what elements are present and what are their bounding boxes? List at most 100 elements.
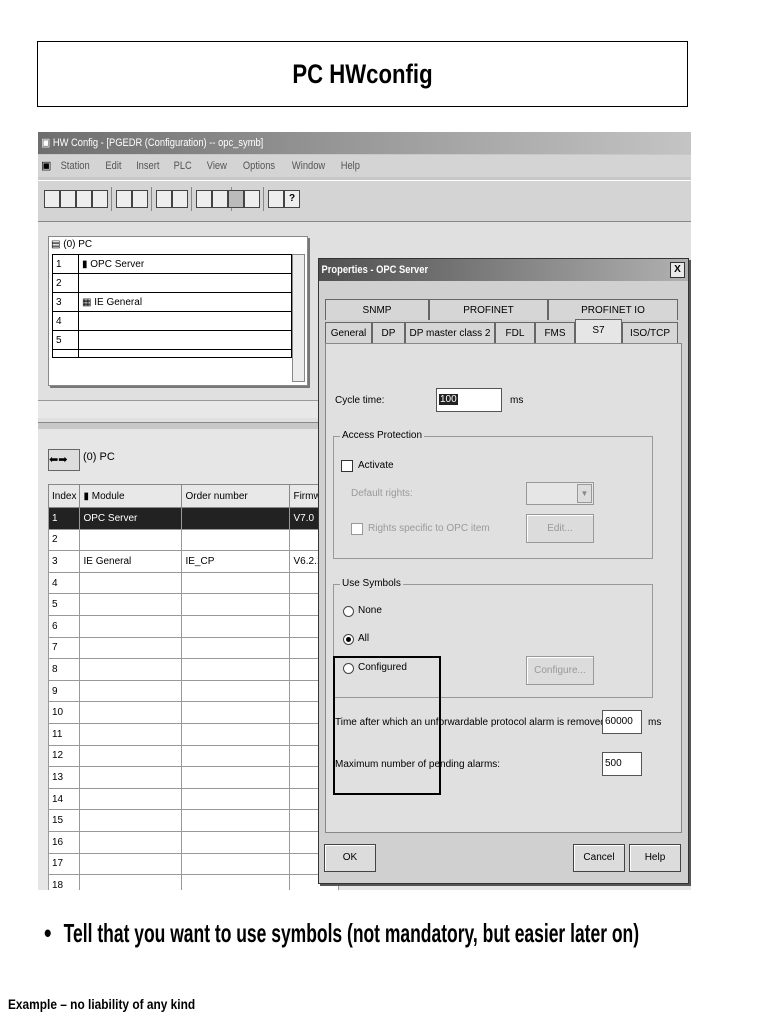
new-icon[interactable]: [44, 190, 60, 208]
table-row[interactable]: [52, 349, 292, 358]
cancel-button[interactable]: Cancel: [573, 844, 625, 872]
print-icon[interactable]: [132, 190, 148, 208]
rights-specific-label: Rights specific to OPC item: [368, 523, 490, 534]
copy-icon[interactable]: [156, 190, 172, 208]
footnote: Example – no liability of any kind: [8, 996, 228, 1012]
configure-button[interactable]: Configure...: [526, 656, 594, 685]
default-rights-select[interactable]: ▼: [526, 482, 594, 505]
window-titlebar: ▣ HW Config - [PGEDR (Configuration) -- …: [38, 132, 691, 154]
table-row[interactable]: 13: [47, 766, 340, 789]
upload-icon[interactable]: [212, 190, 228, 208]
tab-snmp[interactable]: SNMP: [325, 299, 429, 320]
menu-station[interactable]: Station: [61, 155, 90, 177]
help-context-icon[interactable]: ?: [284, 190, 300, 208]
cell-index: 4: [47, 571, 81, 595]
station-scrollbar[interactable]: [292, 254, 305, 382]
table-row[interactable]: 2: [52, 273, 292, 293]
open-icon[interactable]: [60, 190, 76, 208]
cell-module: [79, 766, 183, 789]
menu-window[interactable]: Window: [291, 155, 324, 177]
tab-s7[interactable]: S7: [575, 319, 622, 343]
close-icon[interactable]: X: [670, 262, 685, 278]
download-icon[interactable]: [196, 190, 212, 208]
tab-profinet[interactable]: PROFINET: [429, 299, 548, 320]
activate-label: Activate: [358, 460, 394, 471]
table-row[interactable]: 1 OPC Server V7.0: [47, 507, 340, 530]
table-row[interactable]: 15: [47, 809, 340, 832]
menu-insert[interactable]: Insert: [136, 155, 159, 177]
table-row[interactable]: 16: [47, 830, 340, 854]
dialog-titlebar: Properties - OPC Server X: [319, 259, 688, 281]
cell-order-number: [181, 766, 291, 789]
table-row[interactable]: 8: [47, 658, 340, 681]
tab-general[interactable]: General: [325, 322, 372, 343]
cell-index: 11: [47, 722, 81, 746]
tab-fms[interactable]: FMS: [535, 322, 575, 343]
table-row[interactable]: 9: [47, 679, 340, 703]
tab-profinet-io[interactable]: PROFINET IO: [548, 299, 678, 320]
table-row[interactable]: 4: [47, 571, 340, 595]
cell-order-number: [181, 571, 291, 595]
toolbar: ?: [38, 180, 691, 222]
tab-iso-tcp[interactable]: ISO/TCP: [622, 322, 678, 343]
col-order-number[interactable]: Order number: [181, 484, 291, 508]
edit-button[interactable]: Edit...: [526, 514, 594, 543]
window-icon[interactable]: [244, 190, 260, 208]
activate-checkbox[interactable]: [341, 460, 353, 472]
col-module[interactable]: ▮ Module: [79, 484, 183, 508]
station-title: ▤ (0) PC: [51, 239, 93, 250]
table-row[interactable]: 3 ▦ IE General: [52, 292, 292, 312]
slide-title-box: PC HWconfig: [37, 41, 688, 107]
alarm-time-input[interactable]: 60000: [602, 710, 642, 734]
max-alarms-input[interactable]: 500: [602, 752, 642, 776]
table-row[interactable]: 18: [47, 874, 340, 890]
tab-dp[interactable]: DP: [372, 322, 405, 343]
cell-index: 2: [47, 528, 81, 552]
menu-help[interactable]: Help: [340, 155, 359, 177]
cell-index: 5: [47, 593, 81, 616]
cell-index: 18: [47, 874, 81, 890]
tab-fdl[interactable]: FDL: [495, 322, 535, 343]
tab-dp-master-class-2[interactable]: DP master class 2: [405, 322, 495, 343]
paste-icon[interactable]: [172, 190, 188, 208]
cell-index: 15: [47, 809, 81, 832]
symbols-all-radio[interactable]: [343, 634, 354, 645]
compile-icon[interactable]: [116, 190, 132, 208]
ok-button[interactable]: OK: [324, 844, 376, 872]
table-row[interactable]: 6: [47, 614, 340, 638]
table-row[interactable]: 11: [47, 722, 340, 746]
default-rights-label: Default rights:: [351, 488, 413, 499]
menu-view[interactable]: View: [207, 155, 227, 177]
help-button[interactable]: Help: [629, 844, 681, 872]
table-row[interactable]: 3 IE General IE_CP V6.2.1: [47, 550, 340, 573]
cell-order-number: [181, 701, 291, 724]
cell-module: IE General: [79, 550, 183, 573]
table-row[interactable]: 4: [52, 311, 292, 331]
netpro-icon[interactable]: [268, 190, 284, 208]
nav-arrows-icon[interactable]: ⬅➡: [48, 449, 80, 471]
menu-options[interactable]: Options: [242, 155, 274, 177]
save-icon[interactable]: [92, 190, 108, 208]
table-row[interactable]: 5: [52, 330, 292, 350]
table-row[interactable]: 2: [47, 528, 340, 552]
station-rack[interactable]: ▤ (0) PC 1 ▮ OPC Server 2 3 ▦ IE General 4…: [48, 236, 308, 386]
table-row[interactable]: 1 ▮ OPC Server: [52, 254, 292, 274]
menu-edit[interactable]: Edit: [105, 155, 121, 177]
table-row[interactable]: 17: [47, 852, 340, 876]
table-row[interactable]: 5: [47, 593, 340, 616]
network-icon[interactable]: [76, 190, 92, 208]
app-icon: ▣: [41, 137, 51, 149]
cycle-time-label: Cycle time:: [335, 395, 385, 406]
menu-plc[interactable]: PLC: [174, 155, 192, 177]
cycle-time-unit: ms: [510, 395, 524, 406]
col-index[interactable]: Index: [47, 484, 81, 508]
cycle-time-input[interactable]: 100: [436, 388, 502, 412]
table-row[interactable]: 12: [47, 744, 340, 768]
cell-module: [79, 722, 183, 746]
table-row[interactable]: 10: [47, 701, 340, 724]
rights-specific-checkbox[interactable]: [351, 523, 363, 535]
table-row[interactable]: 7: [47, 636, 340, 660]
table-row[interactable]: 14: [47, 787, 340, 811]
symbols-none-radio[interactable]: [343, 606, 354, 617]
catalog-icon[interactable]: [228, 190, 244, 208]
